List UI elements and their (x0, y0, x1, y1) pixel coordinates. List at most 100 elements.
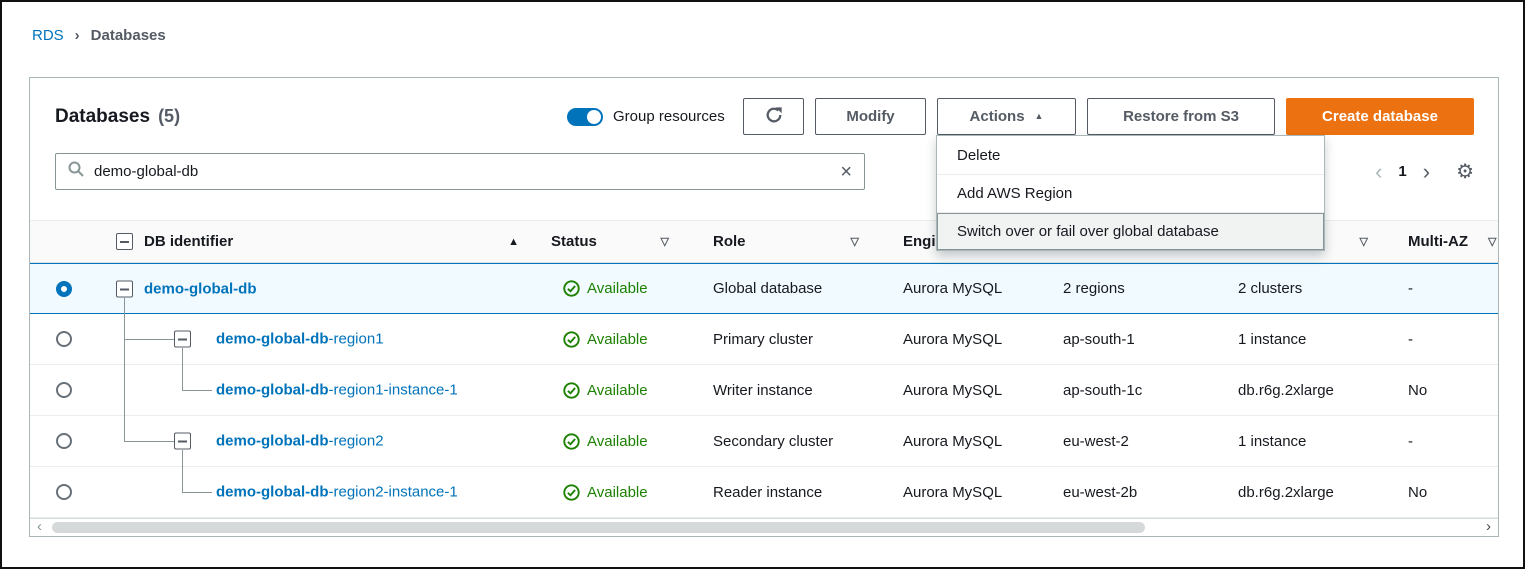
db-name-base: demo-global-db (216, 382, 329, 399)
caret-up-icon: ▲ (1035, 111, 1044, 121)
region-cell: eu-west-2 (1053, 416, 1228, 466)
status-cell: Available (541, 314, 703, 364)
tree-connector-line (182, 492, 212, 493)
db-identifier-cell: demo-global-db-region2-instance-1 (107, 467, 541, 517)
databases-table: DB identifier ▲ Status ▽ Role ▽ Engine (30, 220, 1498, 536)
db-name-base: demo-global-db (144, 280, 257, 297)
select-column-header (30, 221, 107, 262)
table-row[interactable]: demo-global-db-region2 Available Seconda… (30, 416, 1498, 467)
region-cell: eu-west-2b (1053, 467, 1228, 517)
row-select-cell (30, 365, 107, 415)
filter-icon[interactable]: ▽ (1360, 235, 1398, 248)
actions-menu: Delete Add AWS Region Switch over or fai… (936, 135, 1325, 251)
restore-from-s3-button[interactable]: Restore from S3 (1087, 98, 1275, 135)
role-cell: Reader instance (703, 467, 893, 517)
breadcrumb-rds-link[interactable]: RDS (32, 27, 64, 44)
size-cell: 1 instance (1228, 416, 1398, 466)
scroll-right-icon[interactable]: › (1486, 519, 1491, 535)
db-name-suffix: -region1 (329, 331, 384, 348)
tree-connector-line (124, 298, 125, 315)
collapse-row-icon[interactable] (174, 433, 191, 450)
refresh-icon (765, 106, 783, 128)
column-label-db-identifier[interactable]: DB identifier (144, 233, 233, 250)
actions-menu-item[interactable]: Add AWS Region (937, 174, 1324, 212)
db-name-base: demo-global-db (216, 433, 329, 450)
search-input[interactable] (94, 163, 830, 180)
table-row[interactable]: demo-global-db Available Global database… (30, 263, 1498, 314)
collapse-row-icon[interactable] (116, 280, 133, 297)
role-cell: Primary cluster (703, 314, 893, 364)
actions-menu-item[interactable]: Switch over or fail over global database (937, 212, 1324, 250)
status-text: Available (587, 484, 648, 501)
status-text: Available (587, 382, 648, 399)
panel-toolbar: Databases (5) Group resources Modify Act… (55, 98, 1474, 135)
row-radio-button[interactable] (56, 484, 72, 500)
actions-menu-item[interactable]: Delete (937, 136, 1324, 174)
tree-connector-line (124, 314, 125, 340)
collapse-row-icon[interactable] (174, 331, 191, 348)
table-row[interactable]: demo-global-db-region1 Available Primary… (30, 314, 1498, 365)
engine-cell: Aurora MySQL (893, 314, 1053, 364)
scrollbar-thumb[interactable] (52, 522, 1145, 533)
row-radio-button[interactable] (56, 433, 72, 449)
db-identifier-link[interactable]: demo-global-db-region2-instance-1 (216, 484, 458, 501)
status-available-icon (563, 433, 580, 450)
column-label-status[interactable]: Status (551, 233, 597, 250)
refresh-button[interactable] (743, 98, 804, 135)
create-database-button[interactable]: Create database (1286, 98, 1474, 135)
tree-connector-line (182, 467, 183, 493)
search-box[interactable]: × (55, 153, 865, 190)
row-radio-button[interactable] (56, 382, 72, 398)
role-cell: Global database (703, 264, 893, 313)
filter-icon[interactable]: ▽ (661, 235, 703, 248)
status-text: Available (587, 280, 648, 297)
filter-icon[interactable]: ▽ (1488, 235, 1496, 248)
clear-search-icon[interactable]: × (840, 162, 852, 182)
tree-connector-line (124, 339, 125, 365)
horizontal-scrollbar[interactable]: ‹ › (30, 518, 1498, 536)
pagination: ‹ 1 › ⚙ (1365, 159, 1474, 185)
size-cell: 2 clusters (1228, 264, 1398, 313)
size-cell: db.r6g.2xlarge (1228, 365, 1398, 415)
table-row[interactable]: demo-global-db-region1-instance-1 Availa… (30, 365, 1498, 416)
sort-ascending-icon[interactable]: ▲ (508, 236, 541, 248)
collapse-all-icon[interactable] (116, 233, 133, 250)
modify-button[interactable]: Modify (815, 98, 926, 135)
next-page-icon[interactable]: › (1413, 159, 1440, 185)
scroll-left-icon[interactable]: ‹ (37, 519, 42, 535)
db-identifier-link[interactable]: demo-global-db-region2 (216, 433, 384, 450)
row-radio-button[interactable] (56, 281, 72, 297)
region-cell: 2 regions (1053, 264, 1228, 313)
group-resources-label: Group resources (613, 108, 725, 125)
db-identifier-cell: demo-global-db (107, 264, 541, 313)
status-column-header: Status ▽ (541, 221, 703, 262)
group-resources-toggle-group: Group resources (567, 108, 725, 126)
db-identifier-link[interactable]: demo-global-db-region1 (216, 331, 384, 348)
table-row[interactable]: demo-global-db-region2-instance-1 Availa… (30, 467, 1498, 518)
row-radio-button[interactable] (56, 331, 72, 347)
actions-button[interactable]: Actions ▲ (937, 98, 1076, 135)
engine-cell: Aurora MySQL (893, 264, 1053, 313)
filter-icon[interactable]: ▽ (851, 235, 893, 248)
status-cell: Available (541, 416, 703, 466)
tree-connector-line (124, 441, 174, 442)
multi-az-cell: No (1398, 365, 1498, 415)
group-resources-toggle[interactable] (567, 108, 603, 126)
db-identifier-cell: demo-global-db-region1 (107, 314, 541, 364)
table-body: demo-global-db Available Global database… (30, 263, 1498, 518)
db-identifier-link[interactable]: demo-global-db-region1-instance-1 (216, 382, 458, 399)
status-available-icon (563, 331, 580, 348)
previous-page-icon[interactable]: ‹ (1365, 159, 1392, 185)
db-identifier-cell: demo-global-db-region2 (107, 416, 541, 466)
db-name-suffix: -region1-instance-1 (329, 382, 458, 399)
toggle-knob (587, 110, 601, 124)
db-name-base: demo-global-db (216, 331, 329, 348)
column-label-role[interactable]: Role (713, 233, 746, 250)
settings-gear-icon[interactable]: ⚙ (1456, 159, 1474, 184)
page-title: Databases (55, 106, 150, 128)
status-text: Available (587, 331, 648, 348)
multi-az-column-header: Multi-AZ ▽ (1398, 221, 1498, 262)
current-page-number[interactable]: 1 (1392, 163, 1412, 180)
db-identifier-link[interactable]: demo-global-db (144, 280, 257, 297)
column-label-multi-az[interactable]: Multi-AZ (1408, 233, 1468, 250)
